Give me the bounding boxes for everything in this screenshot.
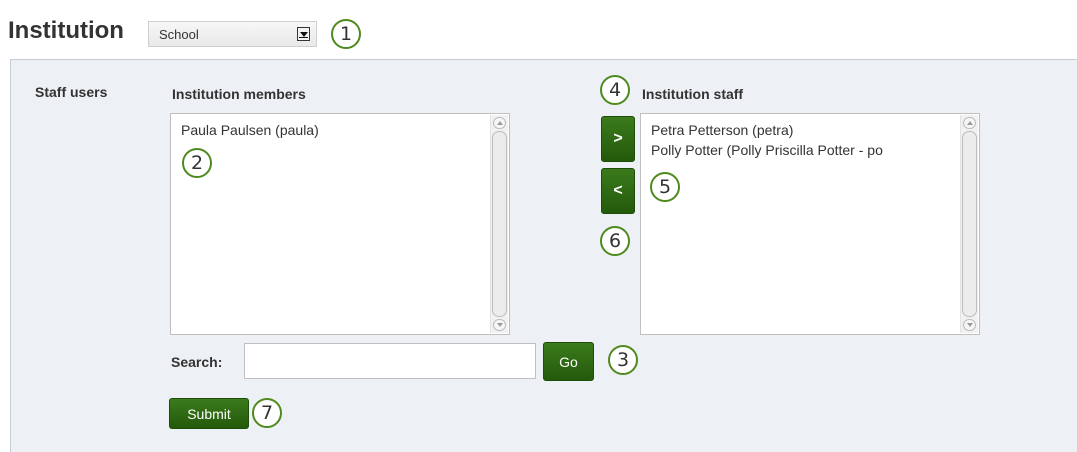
add-staff-button[interactable]: > bbox=[601, 116, 635, 162]
scroll-thumb[interactable] bbox=[962, 131, 977, 317]
callout-7: 7 bbox=[252, 398, 282, 428]
staff-list[interactable]: Petra Petterson (petra) Polly Potter (Po… bbox=[640, 113, 980, 335]
list-item[interactable]: Paula Paulsen (paula) bbox=[181, 122, 319, 138]
list-item[interactable]: Petra Petterson (petra) bbox=[651, 122, 793, 138]
members-list[interactable]: Paula Paulsen (paula) bbox=[170, 113, 510, 335]
callout-3: 3 bbox=[608, 345, 638, 375]
staff-label: Institution staff bbox=[642, 86, 744, 102]
remove-staff-button[interactable]: < bbox=[601, 168, 635, 214]
page-title: Institution bbox=[8, 17, 124, 44]
search-input[interactable] bbox=[244, 343, 536, 379]
callout-6: 6 bbox=[600, 226, 630, 256]
callout-2: 2 bbox=[182, 148, 212, 178]
staff-users-label: Staff users bbox=[35, 84, 108, 100]
go-button[interactable]: Go bbox=[543, 342, 594, 381]
institution-select[interactable]: School bbox=[148, 21, 317, 47]
callout-4: 4 bbox=[600, 75, 630, 105]
submit-button[interactable]: Submit bbox=[169, 398, 249, 429]
scroll-down-icon[interactable] bbox=[963, 319, 976, 331]
scroll-thumb[interactable] bbox=[492, 131, 507, 317]
search-label: Search: bbox=[171, 354, 223, 370]
scroll-up-icon[interactable] bbox=[963, 117, 976, 129]
callout-1: 1 bbox=[331, 19, 361, 49]
list-item[interactable]: Polly Potter (Polly Priscilla Potter - p… bbox=[651, 142, 883, 158]
institution-select-value: School bbox=[159, 27, 199, 42]
members-label: Institution members bbox=[172, 86, 306, 102]
scroll-up-icon[interactable] bbox=[493, 117, 506, 129]
dropdown-arrow-icon[interactable] bbox=[297, 27, 310, 41]
callout-5: 5 bbox=[650, 172, 680, 202]
staff-scrollbar[interactable] bbox=[960, 115, 978, 333]
scroll-down-icon[interactable] bbox=[493, 319, 506, 331]
members-scrollbar[interactable] bbox=[490, 115, 508, 333]
